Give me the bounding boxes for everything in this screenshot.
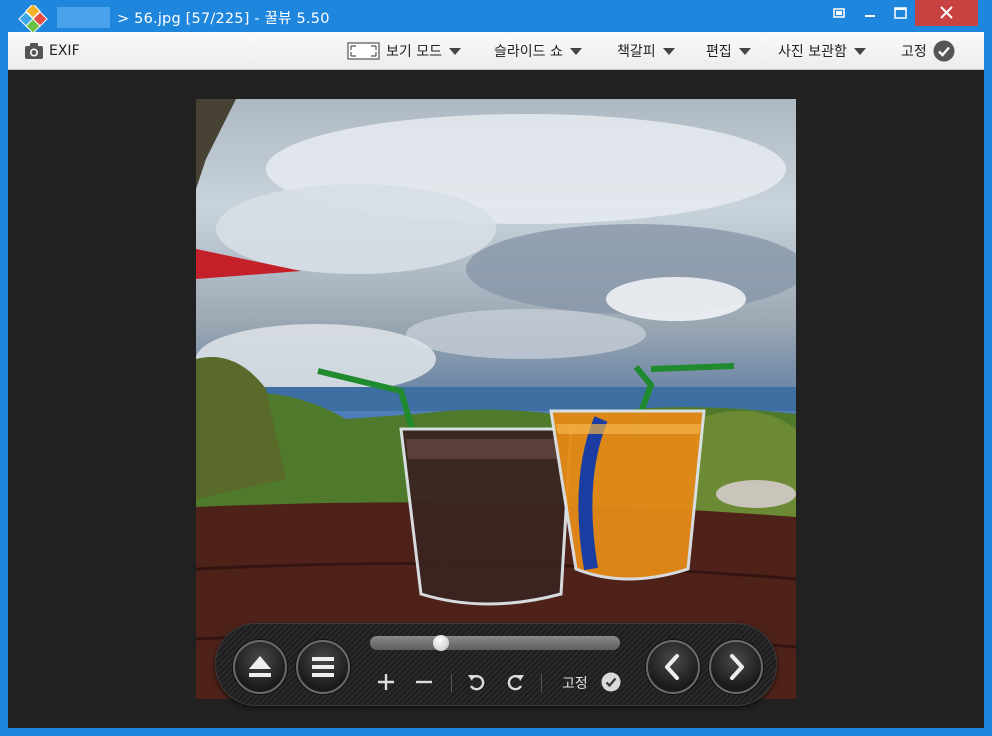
minimize-button[interactable] (855, 0, 885, 26)
separator (451, 674, 452, 692)
close-icon (940, 6, 953, 19)
eject-icon (249, 656, 271, 677)
pin-toggle[interactable]: 고정 (901, 32, 955, 69)
close-button[interactable] (915, 0, 978, 26)
menu-icon (312, 657, 334, 677)
dropdown-caret-icon (569, 48, 582, 55)
menu-photo-library[interactable]: 사진 보관함 (778, 32, 866, 69)
pin-label: 고정 (901, 43, 927, 60)
menu-label: 편집 (706, 43, 732, 60)
maximize-button[interactable] (885, 0, 915, 26)
rotate-left-icon[interactable] (466, 672, 486, 692)
dropdown-caret-icon (662, 48, 675, 55)
menu-view-mode[interactable]: 보기 모드 (347, 32, 461, 69)
window-title: > 56.jpg [57/225] - 꿀뷰 5.50 (117, 11, 330, 27)
position-slider[interactable] (370, 636, 620, 650)
photo-illustration (196, 99, 796, 699)
zoom-in-icon[interactable] (376, 672, 396, 692)
check-icon[interactable] (601, 672, 621, 692)
title-bar: > 56.jpg [57/225] - 꿀뷰 5.50 (0, 0, 992, 34)
menu-button[interactable] (296, 640, 350, 694)
exif-button[interactable]: EXIF (24, 32, 80, 69)
pin-label[interactable]: 고정 (562, 673, 588, 693)
dropdown-caret-icon (853, 48, 866, 55)
previous-button[interactable] (646, 640, 700, 694)
menu-label: 슬라이드 쇼 (494, 43, 563, 60)
zoom-out-icon[interactable] (414, 672, 434, 692)
dropdown-caret-icon (738, 48, 751, 55)
eject-button[interactable] (233, 640, 287, 694)
fullscreen-button[interactable] (826, 0, 852, 26)
exif-label: EXIF (49, 42, 80, 59)
redacted-path-block (57, 7, 110, 28)
menu-edit[interactable]: 편집 (706, 32, 751, 69)
menu-label: 책갈피 (617, 43, 656, 60)
previous-icon (665, 654, 679, 680)
fit-screen-icon (347, 41, 380, 60)
maximize-icon (894, 7, 907, 19)
menu-slideshow[interactable]: 슬라이드 쇼 (494, 32, 582, 69)
menu-bar: EXIF 보기 모드 슬라이드 쇼 책갈피 편집 사진 보관함 고정 (8, 32, 984, 70)
separator (541, 674, 542, 692)
displayed-photo (196, 99, 796, 699)
menu-bookmark[interactable]: 책갈피 (617, 32, 675, 69)
minimize-icon (865, 15, 875, 17)
dropdown-caret-icon (448, 48, 461, 55)
check-icon (933, 40, 955, 61)
menu-label: 사진 보관함 (778, 43, 847, 60)
rotate-right-icon[interactable] (506, 672, 526, 692)
next-button[interactable] (709, 640, 763, 694)
camera-icon (25, 42, 43, 59)
menu-label: 보기 모드 (386, 43, 442, 60)
fullscreen-icon (833, 8, 845, 18)
next-icon (730, 654, 744, 680)
